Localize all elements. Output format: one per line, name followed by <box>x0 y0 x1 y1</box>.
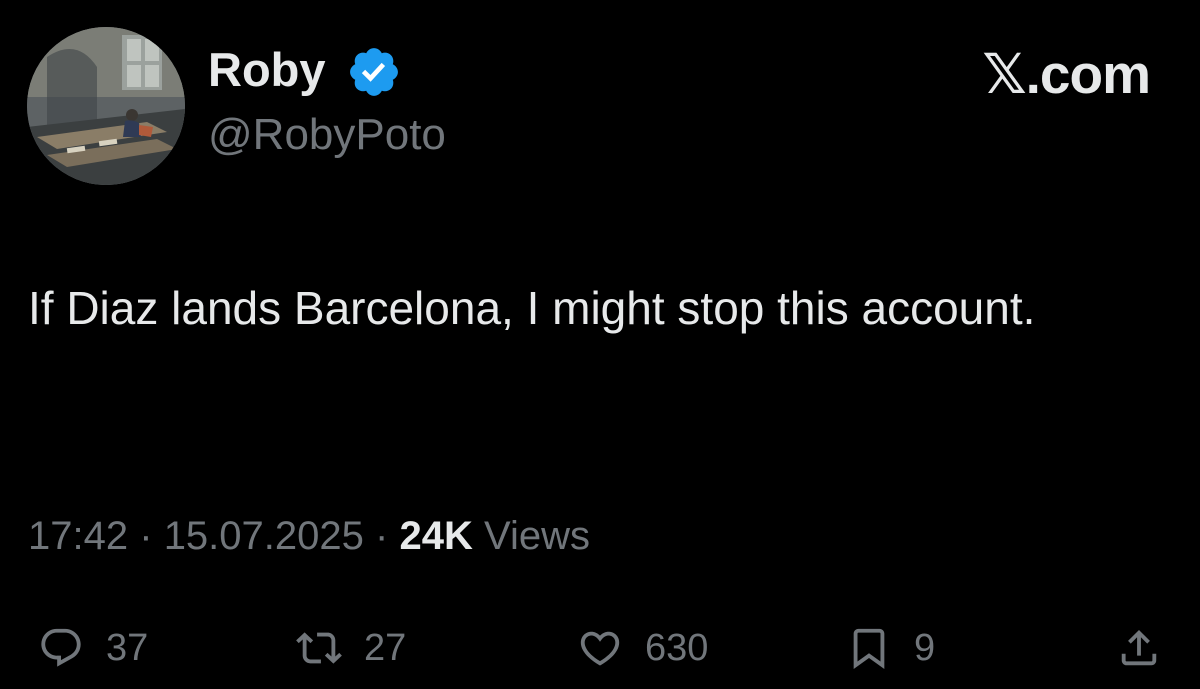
views-count[interactable]: 24K <box>399 514 472 558</box>
avatar-painting-image <box>27 27 185 185</box>
brand-logo-text: 𝕏.com <box>982 43 1151 105</box>
verified-badge-icon <box>350 48 398 96</box>
repost-icon <box>296 632 342 664</box>
repost-count: 27 <box>364 627 407 669</box>
share-icon <box>1121 629 1157 666</box>
meta-separator: · <box>139 514 153 558</box>
bookmark-icon <box>853 628 885 669</box>
tweet-meta: 17:42 · 15.07.2025 · 24K Views <box>28 508 590 564</box>
heart-icon <box>580 631 620 666</box>
bookmark-count: 9 <box>914 627 936 669</box>
bookmark-button[interactable]: 9 <box>846 618 935 678</box>
avatar[interactable] <box>27 27 185 185</box>
reply-count: 37 <box>106 627 149 669</box>
like-count: 630 <box>645 627 709 669</box>
meta-separator: · <box>375 514 389 558</box>
action-bar: 37 27 630 9 <box>0 618 1200 678</box>
reply-button[interactable]: 37 <box>38 618 148 678</box>
views-label: Views <box>483 514 590 558</box>
user-handle[interactable]: @RobyPoto <box>208 107 446 163</box>
like-button[interactable]: 630 <box>577 618 708 678</box>
display-name[interactable]: Roby <box>208 40 326 100</box>
repost-button[interactable]: 27 <box>296 618 406 678</box>
tweet-date[interactable]: 15.07.2025 <box>164 514 364 558</box>
reply-icon <box>41 628 81 667</box>
tweet-time[interactable]: 17:42 <box>28 514 128 558</box>
share-button[interactable] <box>1116 618 1162 678</box>
tweet-text: If Diaz lands Barcelona, I might stop th… <box>28 282 1036 334</box>
